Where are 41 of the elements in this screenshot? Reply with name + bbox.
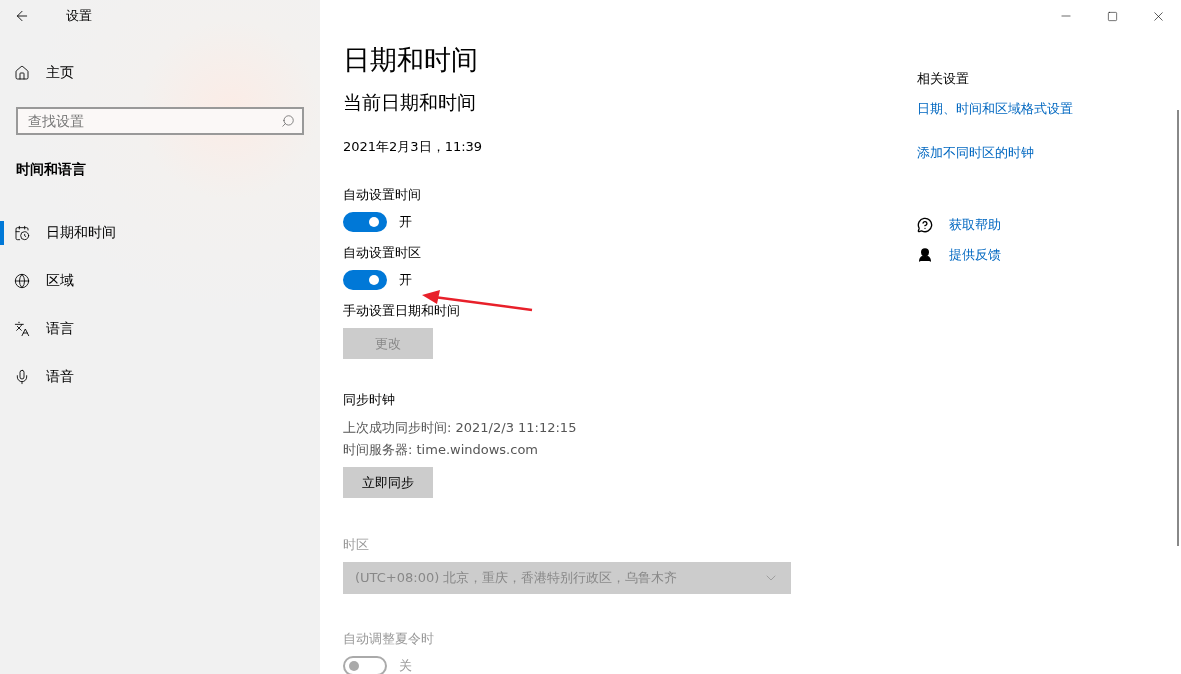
settings-link[interactable]: 添加不同时区的时钟 [917, 144, 1073, 162]
microphone-icon [14, 369, 30, 385]
nav-item[interactable]: 区域 [0, 257, 320, 305]
help-link[interactable]: 提供反馈 [949, 246, 1001, 264]
language-icon [14, 321, 30, 337]
setting-label: 时区 [343, 536, 370, 554]
current-date-time: 2021年2月3日，11:39 [343, 138, 484, 156]
nav-item[interactable]: 日期和时间 [0, 209, 320, 257]
window-title: 设置 [66, 7, 92, 25]
sync-info: 时间服务器: time.windows.com [343, 441, 539, 459]
setting-label: 自动设置时区 [343, 244, 422, 262]
calendar-clock-icon [14, 225, 30, 241]
nav-item[interactable]: 语音 [0, 353, 320, 401]
setting-label: 自动调整夏令时 [343, 630, 435, 648]
maximize-icon [1106, 10, 1118, 22]
back-arrow-icon[interactable] [14, 8, 30, 24]
home-nav-item[interactable]: 主页 [0, 49, 320, 97]
globe-icon [14, 273, 30, 289]
help-link[interactable]: 获取帮助 [949, 216, 1001, 234]
toggle-state: 关 [399, 657, 412, 674]
search-field[interactable]: 查找设置 [16, 107, 304, 135]
setting-label: 同步时钟 [343, 391, 396, 409]
toggle-state: 开 [399, 271, 412, 289]
settings-link[interactable]: 日期、时间和区域格式设置 [917, 100, 1073, 118]
section-heading: 时间和语言 [16, 161, 87, 179]
setting-label: 手动设置日期和时间 [343, 302, 461, 320]
toggle-switch[interactable] [343, 212, 387, 232]
scroll-bar[interactable] [1177, 110, 1179, 546]
home-icon [14, 65, 30, 81]
nav-item[interactable]: 语言 [0, 305, 320, 353]
person-feedback-icon [917, 247, 933, 263]
section-title: 当前日期和时间 [343, 90, 477, 115]
toggle-switch[interactable] [343, 270, 387, 290]
sync-now-button[interactable]: 立即同步 [343, 467, 433, 498]
help-bubble-icon [917, 217, 933, 233]
toggle-state: 开 [399, 213, 412, 231]
search-icon [281, 114, 295, 128]
sync-info: 上次成功同步时间: 2021/2/3 11:12:15 [343, 419, 578, 437]
related-settings-heading: 相关设置 [917, 70, 970, 88]
setting-label: 自动设置时间 [343, 186, 422, 204]
page-title: 日期和时间 [343, 43, 479, 77]
